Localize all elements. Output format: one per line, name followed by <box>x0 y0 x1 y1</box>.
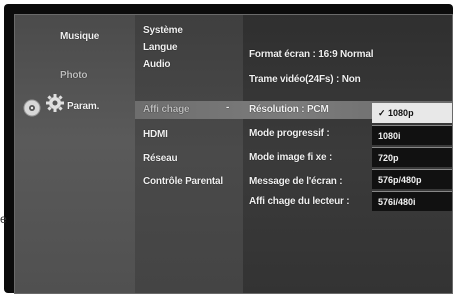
settings-item-systeme[interactable]: Système <box>143 25 183 36</box>
option-format-ecran[interactable]: Format écran : 16:9 Normal <box>249 49 373 60</box>
submenu-arrow: - <box>226 102 230 113</box>
option-mode-image-fixe[interactable]: Mode image fi xe : <box>249 152 332 163</box>
main-menu-panel <box>15 15 135 293</box>
gear-icon[interactable] <box>45 93 65 113</box>
resolution-option-576p-480p[interactable]: 576p/480p <box>372 169 452 189</box>
option-mode-progressif[interactable]: Mode progressif : <box>249 128 330 139</box>
main-menu-item-photo[interactable]: Photo <box>60 70 88 81</box>
resolution-option-720p[interactable]: 720p <box>372 147 452 167</box>
disc-icon <box>23 99 41 117</box>
resolution-option-1080p[interactable]: ✓ 1080p <box>372 103 452 123</box>
settings-item-hdmi[interactable]: HDMI <box>143 129 168 140</box>
settings-item-audio[interactable]: Audio <box>143 59 171 70</box>
tv-screen-frame: Musique Photo Param. Système Langue Audi… <box>4 4 453 294</box>
settings-item-affichage[interactable]: Affi chage <box>143 104 190 115</box>
option-affichage-lecteur[interactable]: Affi chage du lecteur : <box>249 196 350 207</box>
option-resolution[interactable]: Résolution : PCM <box>249 104 329 115</box>
main-menu-item-musique[interactable]: Musique <box>60 31 99 42</box>
edge-text: e <box>0 212 7 226</box>
settings-screen: Musique Photo Param. Système Langue Audi… <box>14 14 453 294</box>
settings-item-reseau[interactable]: Réseau <box>143 153 178 164</box>
resolution-dropdown: ✓ 1080p 1080i 720p 576p/480p 576i/480i <box>372 103 452 215</box>
resolution-option-576i-480i[interactable]: 576i/480i <box>372 191 452 211</box>
option-trame-video[interactable]: Trame vidéo(24Fs) : Non <box>249 74 361 85</box>
resolution-option-1080i[interactable]: 1080i <box>372 125 452 145</box>
settings-item-controle-parental[interactable]: Contrôle Parental <box>143 176 223 187</box>
settings-item-langue[interactable]: Langue <box>143 42 178 53</box>
option-message-ecran[interactable]: Message de l'écran : <box>249 176 343 187</box>
main-menu-item-param[interactable]: Param. <box>67 101 99 112</box>
